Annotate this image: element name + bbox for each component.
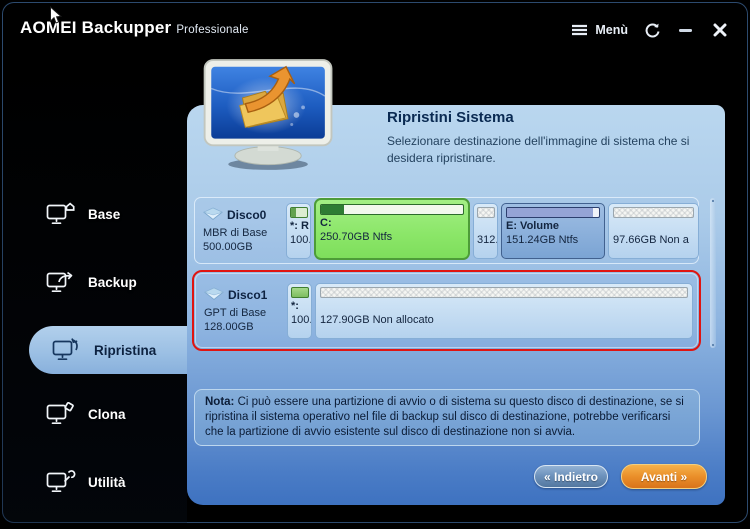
disk-info-disco1: Disco1 GPT di Base 128.00GB (200, 287, 284, 334)
sidebar-item-label: Backup (88, 274, 137, 290)
close-icon[interactable] (710, 20, 730, 40)
partition-usage-bar (320, 286, 688, 298)
partition-usage-bar (477, 206, 495, 218)
note-label: Nota: (205, 396, 235, 408)
monitor-home-icon (46, 202, 76, 226)
sidebar-item-label: Utilità (88, 474, 126, 490)
partition-usage-bar (290, 206, 308, 218)
back-button[interactable]: « Indietro (534, 465, 608, 488)
sidebar: Base Backup Ripristina Clona Utilità (2, 57, 188, 523)
disk-icon (204, 287, 224, 306)
disk-list-scrollbar[interactable] (710, 198, 716, 348)
sidebar-item-utilita[interactable]: Utilità (2, 462, 187, 502)
disk-type: MBR di Base (203, 226, 268, 239)
note-text: Ci può essere una partizione di avvio o … (205, 396, 684, 438)
page-subtitle: Selezionare destinazione dell'immagine d… (387, 134, 690, 165)
partition-e-volume[interactable]: E: Volume 151.24GB Ntfs (501, 202, 605, 259)
partition-usage-bar (506, 206, 600, 218)
menu-label: Menù (595, 23, 628, 37)
destination-disk-highlight: Disco1 GPT di Base 128.00GB *: 100. 127.… (192, 270, 701, 351)
disk-size: 500.00GB (203, 240, 253, 253)
sidebar-item-clona[interactable]: Clona (2, 394, 187, 434)
system-restore-icon (198, 58, 340, 172)
page-title: Ripristini Sistema (387, 109, 514, 126)
monitor-restore-icon (52, 338, 82, 362)
partition-efi[interactable]: *: 100. (287, 282, 312, 339)
note-box: Nota: Ci può essere una partizione di av… (194, 389, 700, 446)
disk-size: 128.00GB (204, 320, 254, 333)
partition-c-selected[interactable]: C: 250.70GB Ntfs (314, 198, 470, 260)
partition-unallocated-wide[interactable]: 127.90GB Non allocato (315, 282, 693, 339)
mouse-cursor-icon (49, 5, 63, 26)
monitor-clone-icon (46, 401, 76, 426)
disk-icon (203, 207, 223, 226)
minimize-icon[interactable] (676, 20, 696, 40)
next-button[interactable]: Avanti » (621, 464, 707, 489)
disk-name: Disco1 (228, 288, 268, 303)
disk-info-disco0: Disco0 MBR di Base 500.00GB (199, 207, 283, 254)
partition-usage-bar (291, 286, 309, 298)
partition-unallocated[interactable]: 97.66GB Non a (608, 202, 699, 259)
sidebar-item-label: Base (88, 206, 121, 222)
app-window: AOMEI Backupper Professionale Menù Base … (0, 0, 750, 529)
monitor-backup-icon (46, 270, 76, 294)
refresh-icon[interactable] (642, 20, 662, 40)
partition-usage-bar (320, 204, 464, 215)
hamburger-menu-icon (569, 20, 589, 40)
disk-name: Disco0 (227, 208, 267, 223)
disk-type: GPT di Base (204, 306, 267, 319)
partition-system-reserved[interactable]: *: R 100. (286, 202, 311, 259)
partition-usage-bar (613, 206, 694, 218)
disk-row-disco1[interactable]: Disco1 GPT di Base 128.00GB *: 100. 127.… (195, 273, 698, 348)
sidebar-item-label: Clona (88, 406, 126, 422)
app-edition: Professionale (176, 24, 249, 36)
sidebar-item-ripristina[interactable]: Ripristina (29, 330, 187, 370)
window-chrome: AOMEI Backupper Professionale Menù Base … (2, 2, 748, 523)
sidebar-item-label: Ripristina (94, 342, 157, 358)
menu-button[interactable]: Menù (569, 20, 628, 40)
disk-row-disco0: Disco0 MBR di Base 500.00GB *: R 100. C:… (194, 197, 699, 264)
monitor-wrench-icon (46, 470, 76, 494)
sidebar-item-base[interactable]: Base (2, 194, 187, 234)
sidebar-item-backup[interactable]: Backup (2, 262, 187, 302)
partition-small-unallocated[interactable]: 312. (473, 202, 498, 259)
app-name: AOMEI Backupper (20, 18, 172, 37)
